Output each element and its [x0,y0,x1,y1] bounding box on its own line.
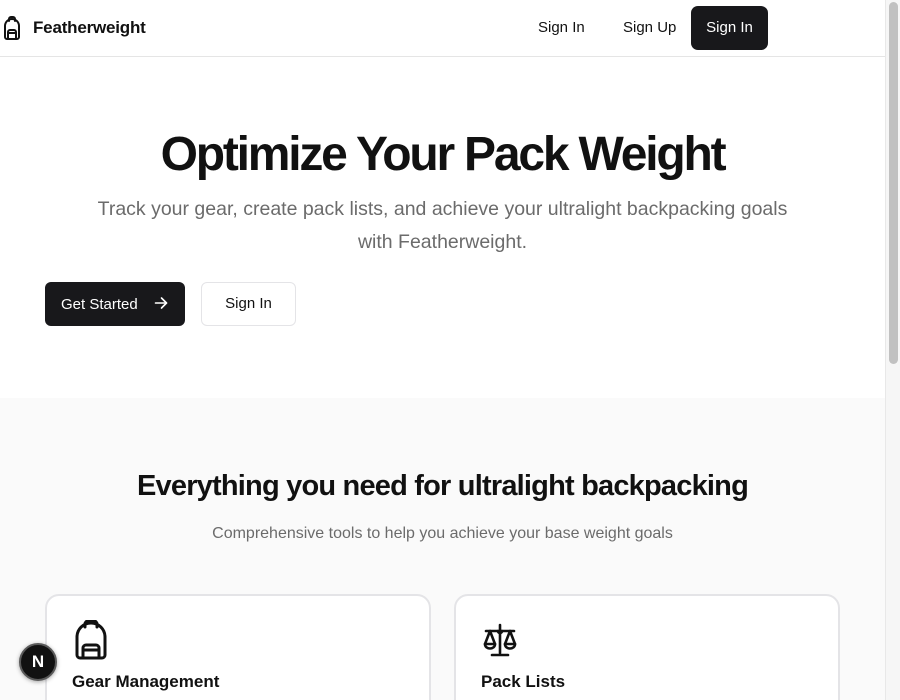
features-title: Everything you need for ultralight backp… [137,470,749,502]
scrollbar-thumb[interactable] [889,2,898,364]
feature-card-pack-lists: Pack Lists [454,594,840,700]
nav-sign-in-button[interactable]: Sign In [691,6,768,50]
header-nav: Sign In Sign Up Sign In [0,6,885,50]
backpack-icon [75,620,107,660]
get-started-button[interactable]: Get Started [45,282,185,326]
page: Featherweight Sign In Sign Up Sign In Op… [0,0,885,700]
feature-card-title: Gear Management [72,672,220,691]
get-started-label: Get Started [61,295,138,313]
arrow-right-icon [154,297,168,309]
nav-sign-in-link[interactable]: Sign In [538,6,585,50]
site-header: Featherweight Sign In Sign Up Sign In [0,0,885,57]
hero-sign-in-button[interactable]: Sign In [201,282,296,326]
hero-section: Optimize Your Pack Weight Track your gea… [0,57,885,398]
feature-card-gear-management: Gear Management [45,594,431,700]
dev-tools-badge[interactable]: N [19,643,57,681]
nav-sign-up-link[interactable]: Sign Up [623,6,676,50]
features-subtitle: Comprehensive tools to help you achieve … [212,525,673,542]
hero-subtitle: Track your gear, create pack lists, and … [97,198,788,253]
feature-card-title: Pack Lists [481,672,566,691]
page-scrollbar[interactable] [885,0,900,700]
hero-title: Optimize Your Pack Weight [160,128,727,181]
features-section: Everything you need for ultralight backp… [0,398,885,700]
scale-icon [483,623,517,657]
